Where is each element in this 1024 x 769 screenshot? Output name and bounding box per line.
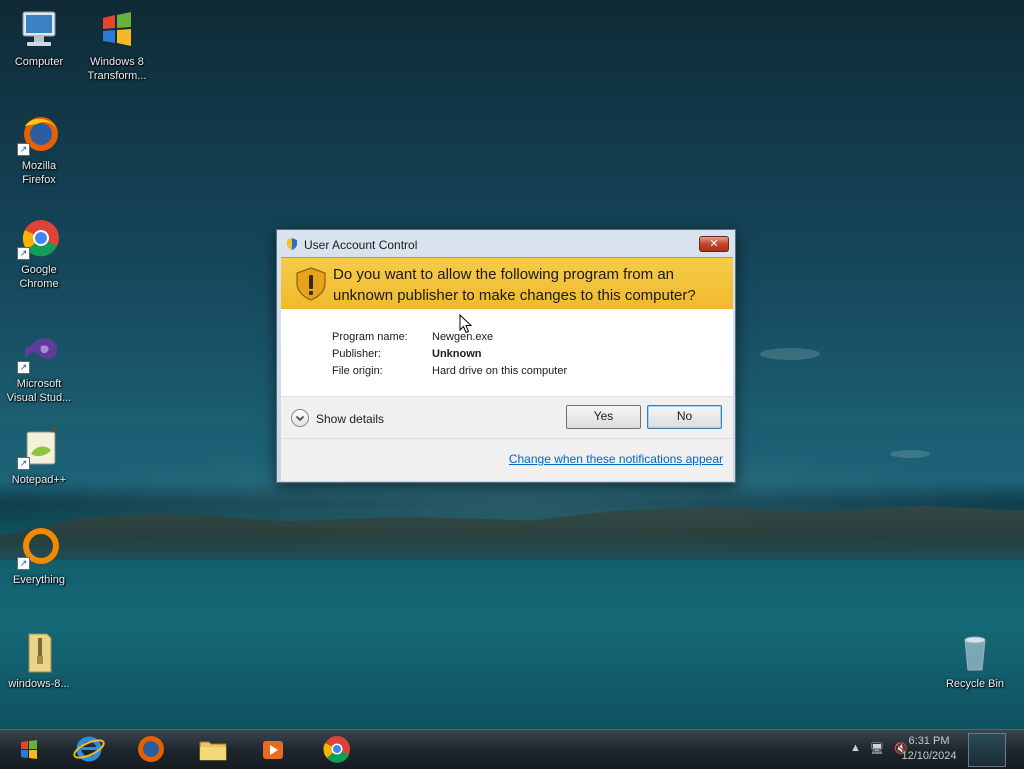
show-hidden-icons-icon[interactable]: ▲ xyxy=(850,742,861,754)
desktop-icon-chrome[interactable]: ↗ Google Chrome xyxy=(0,216,78,291)
taskbar: ▲ 🖥 🔇 6:31 PM 12/10/2024 xyxy=(0,729,1024,769)
desktop-icon-everything[interactable]: ↗ Everything xyxy=(0,526,78,587)
network-icon[interactable]: 🖥 xyxy=(870,742,884,755)
notepad-plus-plus-icon: ↗ xyxy=(17,425,61,470)
no-button[interactable]: No xyxy=(647,405,722,429)
clock-date: 12/10/2024 xyxy=(901,750,957,762)
zip-folder-icon xyxy=(17,630,61,674)
close-button[interactable]: ✕ xyxy=(699,236,729,252)
warning-shield-icon xyxy=(295,267,327,301)
file-explorer-icon[interactable] xyxy=(190,733,236,766)
dialog-titlebar[interactable]: User Account Control ✕ xyxy=(277,230,735,258)
desktop-icon-windows8-transform[interactable]: Windows 8 Transform... xyxy=(78,8,156,83)
file-origin-row: File origin: Hard drive on this computer xyxy=(332,365,568,377)
warning-banner: Do you want to allow the following progr… xyxy=(281,257,733,310)
uac-question: Do you want to allow the following progr… xyxy=(333,266,696,304)
show-desktop-button[interactable] xyxy=(968,733,1006,767)
computer-icon xyxy=(17,8,61,52)
shortcut-arrow-icon: ↗ xyxy=(17,557,30,570)
dialog-footer: Change when these notifications appear xyxy=(281,438,733,481)
dialog-actions: Show details Yes No xyxy=(281,396,733,439)
recycle-bin-icon xyxy=(953,630,997,674)
shortcut-arrow-icon: ↗ xyxy=(17,247,30,260)
uac-dialog: User Account Control ✕ Do you want to al… xyxy=(276,229,736,483)
shortcut-arrow-icon: ↗ xyxy=(17,361,30,374)
desktop-icon-recycle-bin[interactable]: Recycle Bin xyxy=(936,630,1014,691)
desktop-icon-windows8-zip[interactable]: windows-8... xyxy=(0,630,78,691)
firefox-icon: ↗ xyxy=(17,112,61,156)
file-origin-value: Hard drive on this computer xyxy=(432,365,568,377)
everything-search-icon: ↗ xyxy=(17,526,61,570)
internet-explorer-icon[interactable] xyxy=(66,733,112,766)
uac-shield-icon xyxy=(285,237,299,251)
shortcut-arrow-icon: ↗ xyxy=(17,457,30,470)
shortcut-arrow-icon: ↗ xyxy=(17,143,30,156)
clock[interactable]: 6:31 PM 12/10/2024 xyxy=(894,734,964,764)
mouse-cursor-icon xyxy=(459,313,473,334)
dialog-title: User Account Control xyxy=(304,238,418,252)
start-button[interactable] xyxy=(6,733,52,766)
publisher-value: Unknown xyxy=(432,348,482,360)
taskbar-firefox-icon[interactable] xyxy=(128,733,174,766)
yes-button[interactable]: Yes xyxy=(566,405,641,429)
program-info: Program name: Newgen.exe Publisher: Unknow… xyxy=(281,309,733,396)
system-tray: ▲ 🖥 🔇 6:31 PM 12/10/2024 xyxy=(824,730,1024,769)
desktop-icon-computer[interactable]: Computer xyxy=(0,8,78,69)
change-notifications-link[interactable]: Change when these notifications appear xyxy=(509,452,723,466)
chevron-down-icon xyxy=(291,409,309,427)
desktop-icon-firefox[interactable]: ↗ Mozilla Firefox xyxy=(0,112,78,187)
media-player-icon[interactable] xyxy=(250,733,296,766)
chrome-icon: ↗ xyxy=(17,216,61,260)
clock-time: 6:31 PM xyxy=(908,735,950,747)
publisher-row: Publisher: Unknown xyxy=(332,348,482,360)
windows-logo-icon xyxy=(95,8,139,52)
taskbar-chrome-icon[interactable] xyxy=(314,733,360,766)
close-icon: ✕ xyxy=(709,238,719,250)
desktop-icon-notepad-plus-plus[interactable]: ↗ Notepad++ xyxy=(0,425,78,487)
visual-studio-icon: ↗ xyxy=(17,330,61,374)
desktop-icon-visual-studio[interactable]: ↗ Microsoft Visual Stud... xyxy=(0,330,78,405)
